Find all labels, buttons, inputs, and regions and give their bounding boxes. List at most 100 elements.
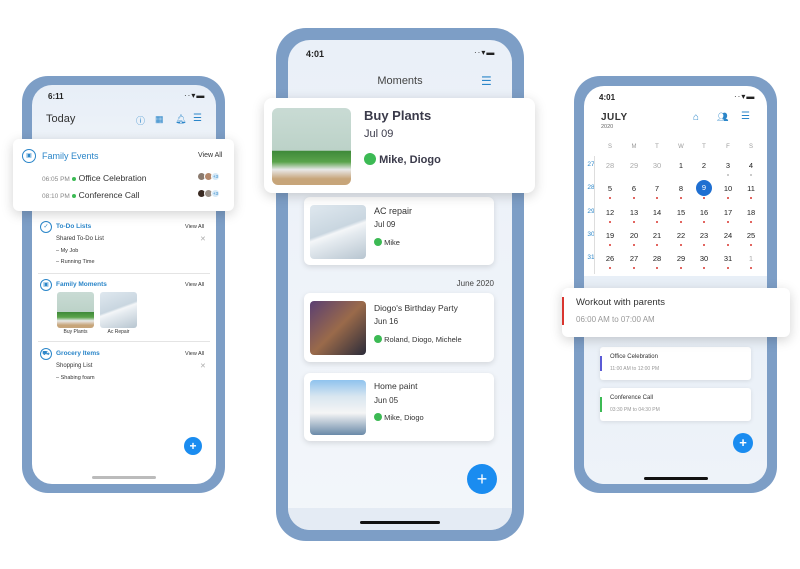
calendar-day[interactable]: 11 (742, 184, 760, 193)
divider (38, 273, 210, 274)
featured-event-card[interactable]: Workout with parents 06:00 AM to 07:00 A… (562, 288, 790, 337)
calendar-day[interactable]: 16 (695, 208, 713, 217)
calendar-day[interactable]: 28 (601, 161, 619, 170)
event-color-bar (562, 297, 564, 325)
calendar-day[interactable]: 14 (648, 208, 666, 217)
add-button[interactable]: + (184, 437, 202, 455)
calendar-day[interactable]: 23 (695, 231, 713, 240)
buy-plants-thumbnail[interactable] (57, 292, 94, 328)
calendar-day[interactable]: 29 (625, 161, 643, 170)
calendar-day[interactable]: 24 (719, 231, 737, 240)
family-events-view-all[interactable]: View All (198, 152, 222, 159)
calendar-day[interactable]: 13 (625, 208, 643, 217)
moment-card[interactable]: AC repair Jul 09 Mike (304, 197, 494, 265)
year-label: 2020 (601, 124, 614, 130)
family-events-title: Family Events (42, 151, 99, 161)
calendar-day[interactable]: 28 (648, 254, 666, 263)
status-dot (72, 194, 77, 198)
grocery-item[interactable]: Shabing foam (61, 375, 95, 381)
add-button[interactable]: + (733, 433, 753, 453)
bottom-area (288, 508, 512, 530)
calendar-day[interactable]: 2 (695, 161, 713, 170)
moment-date: Jun 16 (374, 317, 399, 326)
grocery-view-all[interactable]: View All (185, 351, 204, 357)
event-row[interactable]: 06:05 PM Office Celebration (42, 173, 146, 183)
calendar-day[interactable]: 3 (719, 161, 737, 170)
weekday-header: S (748, 144, 753, 150)
calendar-day[interactable]: 31 (719, 254, 737, 263)
selected-day[interactable]: 9 (696, 180, 712, 197)
weekday-header: F (726, 144, 730, 150)
event-row[interactable]: 08:10 PM Conference Call (42, 190, 140, 200)
todo-item[interactable]: My Job (61, 248, 79, 254)
calendar-day[interactable]: 20 (625, 231, 643, 240)
todo-list-name[interactable]: Shared To-Do List (56, 236, 104, 242)
todo-view-all[interactable]: View All (185, 224, 204, 230)
calendar-day[interactable]: 5 (601, 184, 619, 193)
calendar-icon[interactable]: ▦ (155, 114, 164, 125)
moment-people: Mike, Diogo (379, 154, 441, 166)
moment-people: Mike, Diogo (384, 413, 424, 422)
weekday-header: S (607, 144, 612, 150)
moments-view-all[interactable]: View All (185, 282, 204, 288)
calendar-day[interactable]: 10 (719, 184, 737, 193)
calendar-day[interactable]: 7 (648, 184, 666, 193)
todo-item[interactable]: Running Time (61, 259, 95, 265)
calendar-day[interactable]: 6 (625, 184, 643, 193)
event-dot (680, 197, 682, 200)
calendar-day[interactable]: 4 (742, 161, 760, 170)
help-icon[interactable]: ⓘ (136, 114, 145, 127)
calendar-day[interactable]: 18 (742, 208, 760, 217)
moment-thumbnail (310, 380, 366, 435)
calendar-day[interactable]: 15 (672, 208, 690, 217)
calendar-day[interactable]: 26 (601, 254, 619, 263)
ac-repair-thumbnail[interactable] (100, 292, 137, 328)
calendar-day[interactable]: 21 (648, 231, 666, 240)
featured-moment-card[interactable]: Buy Plants Jul 09 Mike, Diogo (264, 98, 535, 193)
event-dot (680, 267, 682, 270)
section-label: June 2020 (456, 279, 494, 288)
calendar-day[interactable]: 12 (601, 208, 619, 217)
calendar-day[interactable]: 19 (601, 231, 619, 240)
calendar-day[interactable]: 22 (672, 231, 690, 240)
moments-icon: ▣ (40, 279, 52, 291)
calendar-day[interactable]: 25 (742, 231, 760, 240)
event-color-bar (600, 397, 602, 412)
add-button[interactable]: + (467, 464, 497, 494)
close-icon[interactable]: ✕ (200, 235, 206, 243)
event-card[interactable]: Office Celebration 11:00 AM to 12:00 PM (600, 347, 751, 380)
home-icon[interactable]: ⌂ (693, 112, 699, 123)
calendar-day[interactable]: 29 (672, 254, 690, 263)
calendar-day[interactable]: 1 (742, 254, 760, 263)
filter-icon[interactable]: ☰ (193, 113, 202, 124)
event-card[interactable]: Conference Call 03:30 PM to 04:30 PM (600, 388, 751, 421)
status-time: 4:01 (599, 93, 616, 102)
filter-icon[interactable]: ☰ (481, 74, 492, 88)
weekday-header: M (631, 144, 637, 150)
event-dot (633, 267, 635, 270)
event-dot (656, 197, 658, 200)
event-title: Workout with parents (576, 297, 666, 308)
calendar-day[interactable]: 30 (695, 254, 713, 263)
moment-card[interactable]: Home paint Jun 05 Mike, Diogo (304, 373, 494, 441)
calendar-day[interactable]: 1 (672, 161, 690, 170)
page-title: Today (46, 113, 76, 125)
close-icon[interactable]: ✕ (200, 362, 206, 370)
bell-icon[interactable]: 🔔︎ (175, 114, 186, 125)
calendar-day[interactable]: 8 (672, 184, 690, 193)
event-dot (727, 243, 729, 246)
moment-card[interactable]: Diogo's Birthday Party Jun 16 Roland, Di… (304, 293, 494, 362)
moment-date: Jul 09 (364, 128, 394, 140)
event-title: Conference Call (610, 395, 654, 401)
family-icon[interactable]: 👥︎ (717, 112, 728, 123)
grocery-list-name[interactable]: Shopping List (56, 363, 92, 369)
event-dot (727, 197, 729, 200)
calendar-day[interactable]: 27 (625, 254, 643, 263)
calendar-day[interactable]: 30 (648, 161, 666, 170)
calendar-day[interactable]: 17 (719, 208, 737, 217)
filter-icon[interactable]: ☰ (741, 111, 750, 122)
week-divider (594, 156, 595, 274)
event-dot (680, 243, 682, 246)
event-dot (609, 267, 611, 270)
moment-thumbnail (310, 205, 366, 259)
